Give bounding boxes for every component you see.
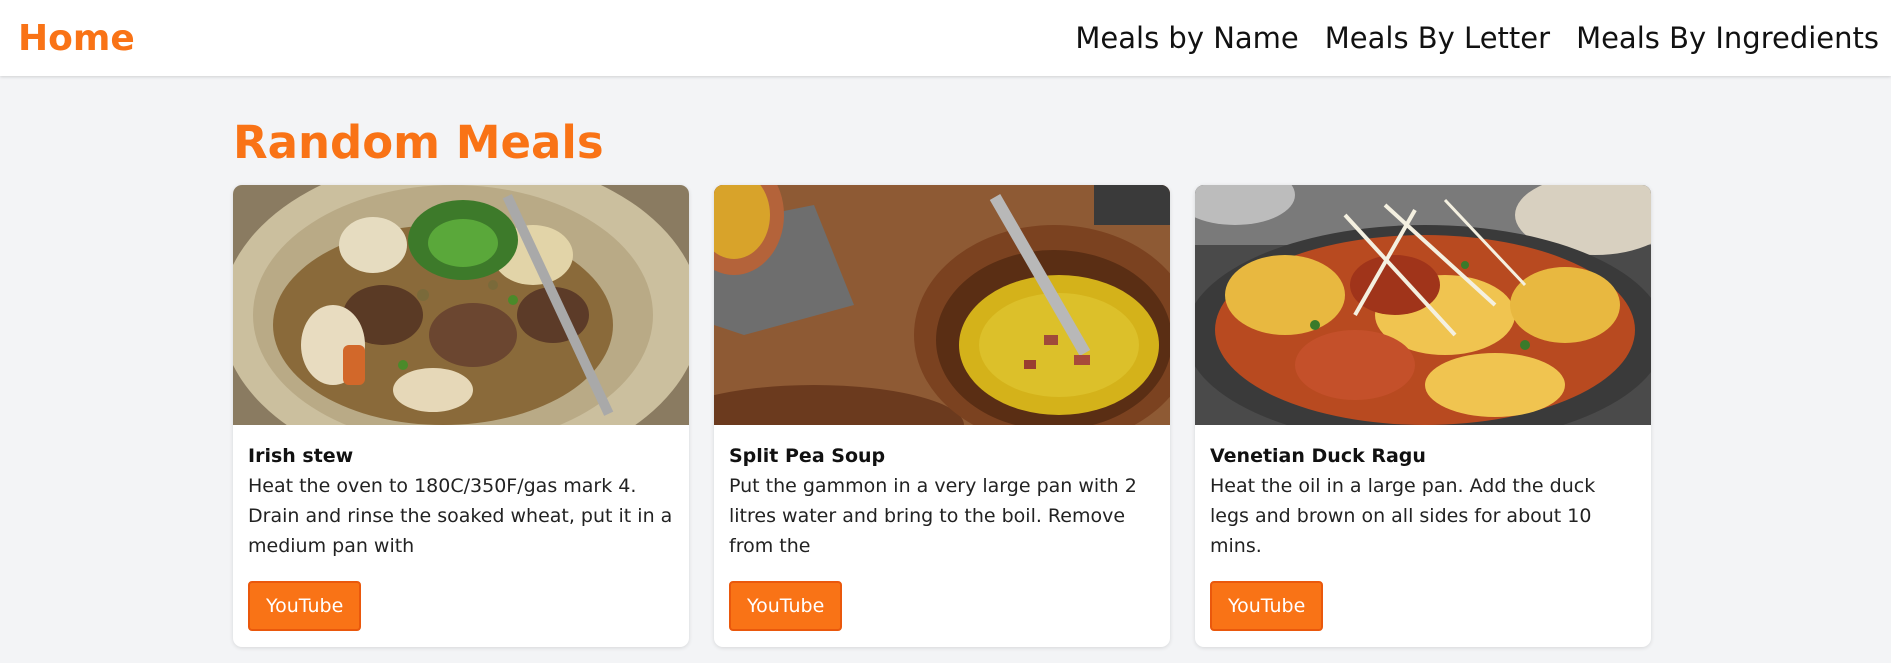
meal-image-venetian-duck-ragu[interactable] (1195, 185, 1651, 425)
meal-image-split-pea-soup[interactable] (714, 185, 1170, 425)
meal-card-list: Irish stew Heat the oven to 180C/350F/ga… (233, 185, 1655, 647)
meal-card: Split Pea Soup Put the gammon in a very … (714, 185, 1170, 647)
nav-meals-by-name[interactable]: Meals by Name (1075, 21, 1298, 55)
nav-meals-by-letter[interactable]: Meals By Letter (1325, 21, 1550, 55)
meal-image-irish-stew[interactable] (233, 185, 689, 425)
meal-title: Venetian Duck Ragu (1210, 445, 1426, 467)
main-content: Random Meals Irish stew Heat the oven to… (233, 110, 1655, 647)
meal-description: Heat the oil in a large pan. Add the duc… (1210, 475, 1596, 557)
youtube-button[interactable]: YouTube (1210, 581, 1324, 631)
meal-title: Irish stew (248, 445, 354, 467)
meal-card: Venetian Duck Ragu Heat the oil in a lar… (1195, 185, 1651, 647)
nav-meals-by-ingredients[interactable]: Meals By Ingredients (1576, 21, 1879, 55)
meal-card: Irish stew Heat the oven to 180C/350F/ga… (233, 185, 689, 647)
youtube-button[interactable]: YouTube (729, 581, 843, 631)
meal-description: Put the gammon in a very large pan with … (729, 475, 1137, 557)
home-link[interactable]: Home (18, 18, 135, 59)
nav-links: Meals by Name Meals By Letter Meals By I… (1075, 21, 1879, 55)
top-navbar: Home Meals by Name Meals By Letter Meals… (0, 0, 1891, 76)
meal-title: Split Pea Soup (729, 445, 886, 467)
page-title: Random Meals (233, 116, 604, 169)
meal-description: Heat the oven to 180C/350F/gas mark 4. D… (248, 475, 673, 557)
youtube-button[interactable]: YouTube (248, 581, 362, 631)
